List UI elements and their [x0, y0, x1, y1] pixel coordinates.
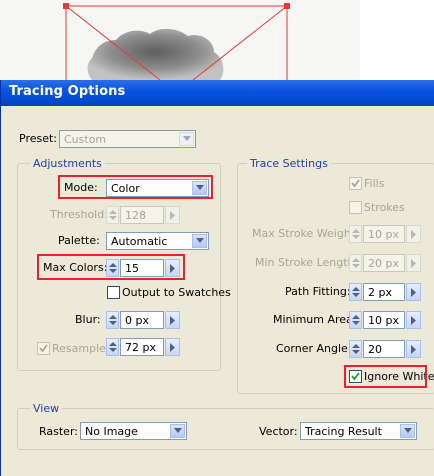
threshold-field[interactable]: 128 [120, 206, 164, 224]
blur-slider-button[interactable] [165, 311, 180, 329]
palette-dropdown[interactable]: Automatic [106, 232, 209, 250]
raster-dropdown[interactable]: No Image [80, 422, 187, 440]
chevron-down-icon[interactable] [400, 424, 415, 438]
raster-label: Raster: [39, 425, 78, 438]
blur-field[interactable]: 0 px [120, 311, 164, 329]
resample-field[interactable]: 72 px [120, 338, 164, 356]
max-colors-highlight-box [37, 254, 185, 280]
path-fitting-slider-button[interactable] [406, 283, 421, 301]
mode-highlight-box [58, 175, 213, 199]
chevron-down-icon[interactable] [170, 424, 185, 438]
preset-label: Preset: [19, 132, 58, 145]
fills-label: Fills [364, 177, 385, 190]
minimum-area-value: 10 px [368, 314, 399, 327]
raster-value: No Image [85, 425, 138, 438]
minimum-area-spinner[interactable] [349, 311, 362, 329]
output-to-swatches-label: Output to Swatches [122, 286, 231, 299]
threshold-value: 128 [125, 209, 146, 222]
palette-value: Automatic [111, 235, 168, 248]
trace-settings-group-title: Trace Settings [247, 157, 331, 170]
tracing-options-dialog: Tracing Options Preset: Custom Adjustmen… [0, 80, 434, 476]
preset-dropdown[interactable]: Custom [59, 130, 196, 148]
output-to-swatches-checkbox[interactable] [107, 286, 120, 299]
path-fitting-field[interactable]: 2 px [363, 283, 405, 301]
corner-angle-label: Corner Angle: [276, 342, 352, 355]
view-group-title: View [30, 402, 63, 415]
max-stroke-weight-spinner[interactable] [349, 225, 362, 243]
blur-spinner[interactable] [106, 311, 119, 329]
path-fitting-value: 2 px [368, 286, 392, 299]
ignore-white-highlight-box [344, 365, 427, 388]
blur-value: 0 px [125, 314, 149, 327]
traced-image-preview [63, 3, 290, 80]
resample-label: Resample: [52, 342, 110, 355]
artboard-preview [0, 0, 360, 80]
min-stroke-length-spinner[interactable] [349, 254, 362, 272]
minimum-area-field[interactable]: 10 px [363, 311, 405, 329]
threshold-spinner[interactable] [106, 206, 119, 224]
corner-angle-value: 20 [368, 343, 382, 356]
corner-angle-spinner[interactable] [349, 340, 362, 358]
path-fitting-spinner[interactable] [349, 283, 362, 301]
chevron-down-icon[interactable] [179, 132, 194, 146]
adjustments-group-title: Adjustments [30, 157, 105, 170]
blur-label: Blur: [75, 313, 101, 326]
max-stroke-weight-label: Max Stroke Weight: [252, 227, 359, 240]
max-stroke-weight-value: 10 px [368, 228, 399, 241]
preset-value: Custom [64, 133, 107, 146]
dialog-title: Tracing Options [9, 84, 126, 99]
threshold-label: Threshold: [50, 208, 108, 221]
palette-label: Palette: [58, 234, 100, 247]
chevron-down-icon[interactable] [192, 234, 207, 248]
vector-dropdown[interactable]: Tracing Result [300, 422, 417, 440]
minimum-area-label: Minimum Area: [273, 313, 357, 326]
min-stroke-length-value: 20 px [368, 257, 399, 270]
resample-spinner[interactable] [106, 338, 119, 356]
strokes-label: Strokes [364, 201, 405, 214]
resample-slider-button[interactable] [165, 338, 180, 356]
resample-checkbox[interactable] [37, 342, 50, 355]
min-stroke-length-field[interactable]: 20 px [363, 254, 405, 272]
selection-handle[interactable] [63, 3, 69, 9]
vector-label: Vector: [259, 425, 298, 438]
selection-handle[interactable] [284, 3, 290, 9]
minimum-area-slider-button[interactable] [406, 311, 421, 329]
max-stroke-weight-field[interactable]: 10 px [363, 225, 405, 243]
threshold-slider-button[interactable] [165, 206, 180, 224]
dialog-title-bar[interactable]: Tracing Options [1, 80, 434, 106]
min-stroke-length-slider-button[interactable] [406, 254, 421, 272]
vector-value: Tracing Result [305, 425, 382, 438]
corner-angle-slider-button[interactable] [406, 340, 421, 358]
min-stroke-length-label: Min Stroke Length: [255, 256, 359, 269]
strokes-checkbox[interactable] [349, 201, 362, 214]
trace-settings-group [237, 163, 434, 394]
fills-checkbox[interactable] [349, 177, 362, 190]
resample-value: 72 px [125, 341, 156, 354]
path-fitting-label: Path Fitting: [285, 285, 351, 298]
max-stroke-weight-slider-button[interactable] [406, 225, 421, 243]
corner-angle-field[interactable]: 20 [363, 340, 405, 358]
